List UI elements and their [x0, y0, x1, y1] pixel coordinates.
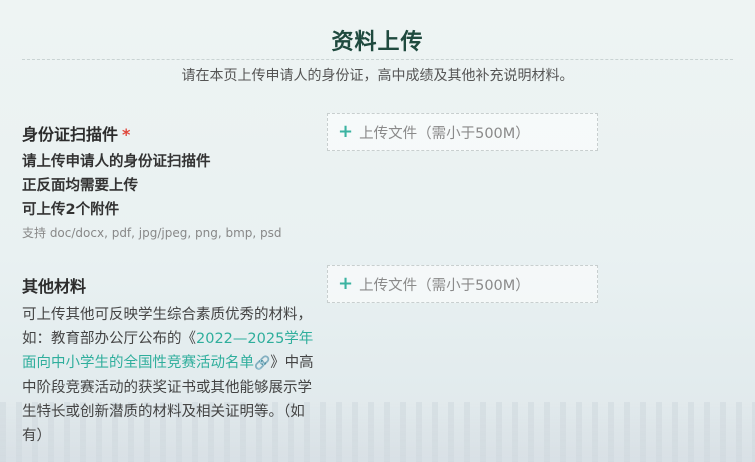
other-materials-upload-button[interactable]: + 上传文件（需小于500M） — [327, 265, 598, 303]
id-card-upload-button[interactable]: + 上传文件（需小于500M） — [327, 113, 598, 151]
page-subtitle: 请在本页上传申请人的身份证，高中成绩及其他补充说明材料。 — [181, 68, 574, 84]
link-icon[interactable]: 🔗 — [254, 356, 270, 371]
id-card-hint-2: 正反面均需要上传 — [22, 178, 138, 194]
other-materials-section: 其他材料 可上传其他可反映学生综合素质优秀的材料，如：教育部办公厅公布的《202… — [22, 273, 322, 448]
id-card-hints: 请上传申请人的身份证扫描件 正反面均需要上传 可上传2个附件 — [22, 150, 322, 222]
upload-page: 资料上传 请在本页上传申请人的身份证，高中成绩及其他补充说明材料。 身份证扫描件… — [0, 0, 755, 462]
title-divider — [22, 59, 733, 60]
id-card-title: 身份证扫描件 * — [22, 121, 322, 145]
plus-icon: + — [338, 121, 354, 142]
id-card-formats: 支持 doc/docx, pdf, jpg/jpeg, png, bmp, ps… — [22, 226, 282, 240]
id-card-title-text: 身份证扫描件 — [22, 125, 119, 144]
required-mark: * — [122, 125, 131, 144]
page-title: 资料上传 — [331, 30, 424, 55]
id-card-upload-label: 上传文件（需小于500M） — [359, 125, 530, 142]
id-card-hint-1: 请上传申请人的身份证扫描件 — [22, 154, 211, 170]
plus-icon: + — [338, 273, 354, 294]
other-materials-upload-label: 上传文件（需小于500M） — [359, 277, 530, 294]
id-card-section: 身份证扫描件 * 请上传申请人的身份证扫描件 正反面均需要上传 可上传2个附件 支… — [22, 121, 322, 241]
other-materials-desc: 可上传其他可反映学生综合素质优秀的材料，如：教育部办公厅公布的《2022—202… — [22, 303, 314, 448]
other-materials-title: 其他材料 — [22, 277, 87, 296]
id-card-hint-3: 可上传2个附件 — [22, 202, 120, 218]
